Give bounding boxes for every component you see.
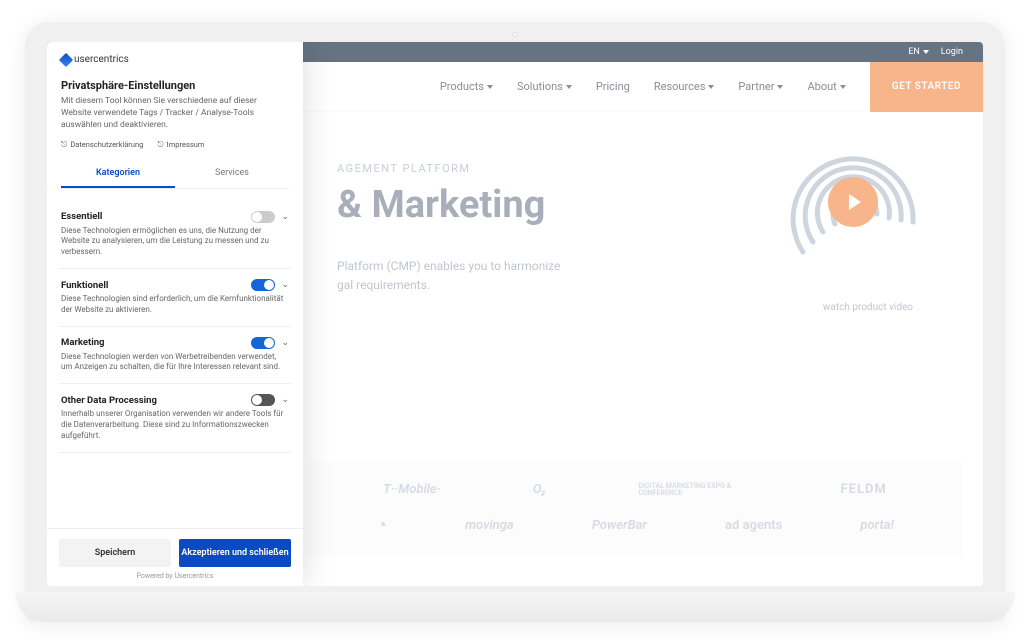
accept-close-button[interactable]: Akzeptieren und schließen bbox=[179, 539, 291, 567]
category-desc: Diese Technologien sind erforderlich, um… bbox=[61, 294, 289, 316]
chevron-down-icon bbox=[840, 85, 846, 89]
nav-about[interactable]: About bbox=[807, 80, 845, 93]
chevron-down-icon bbox=[487, 85, 493, 89]
privacy-policy-link[interactable]: ⎋Datenschutzerklärung bbox=[61, 140, 143, 150]
logos-row-1: T··Mobile· O₂ DIGITAL MARKETING EXPO & C… bbox=[337, 482, 933, 497]
laptop-mockup: EN Login Products Solutions Pricing Reso… bbox=[25, 22, 1005, 622]
privacy-settings-panel: usercentrics Privatsphäre-Einstellungen … bbox=[47, 42, 303, 586]
tab-categories[interactable]: Kategorien bbox=[61, 160, 175, 188]
login-link[interactable]: Login bbox=[941, 47, 963, 57]
nav-resources[interactable]: Resources bbox=[654, 80, 715, 93]
category-title: Essentiell bbox=[61, 211, 102, 222]
chevron-down-icon bbox=[923, 50, 929, 54]
logo-movinga: movinga bbox=[465, 518, 514, 533]
logo-porta: porta! bbox=[860, 518, 893, 533]
imprint-link[interactable]: ⎋Impressum bbox=[157, 140, 204, 150]
logo-mark-icon bbox=[59, 52, 73, 66]
panel-title: Privatsphäre-Einstellungen bbox=[61, 79, 289, 92]
tabs: Kategorien Services bbox=[61, 160, 289, 189]
chevron-down-icon bbox=[777, 85, 783, 89]
hero-subtitle: Platform (CMP) enables you to harmonize … bbox=[337, 257, 717, 295]
category-desc: Innerhalb unserer Organisation verwenden… bbox=[61, 409, 289, 441]
panel-footer: Speichern Akzeptieren und schließen Powe… bbox=[47, 528, 303, 586]
logo-o2: O₂ bbox=[533, 482, 546, 497]
logo-circle: ◔ bbox=[376, 515, 387, 536]
laptop-base bbox=[15, 592, 1015, 622]
chevron-down-icon[interactable]: ⌄ bbox=[281, 395, 289, 405]
category-title: Funktionell bbox=[61, 280, 108, 291]
video-caption: watch product video bbox=[823, 302, 913, 313]
fingerprint-graphic bbox=[773, 122, 933, 282]
chevron-down-icon[interactable]: ⌄ bbox=[281, 280, 289, 290]
category-functional: Funktionell ⌄ Diese Technologien sind er… bbox=[59, 269, 291, 327]
toggle-marketing[interactable] bbox=[251, 337, 275, 349]
category-essential: Essentiell ⌄ Diese Technologien ermöglic… bbox=[59, 201, 291, 269]
panel-description: Mit diesem Tool können Sie verschiedene … bbox=[61, 96, 289, 132]
logo-adagents: ad agents bbox=[725, 518, 782, 533]
category-title: Other Data Processing bbox=[61, 395, 157, 406]
category-desc: Diese Technologien ermöglichen es uns, d… bbox=[61, 226, 289, 258]
categories-list: Essentiell ⌄ Diese Technologien ermöglic… bbox=[47, 197, 303, 528]
nav-products[interactable]: Products bbox=[440, 80, 493, 93]
usercentrics-logo: usercentrics bbox=[61, 54, 289, 65]
logos-row-2: ◔ movinga PowerBar ad agents porta! bbox=[337, 515, 933, 536]
link-icon: ⎋ bbox=[157, 140, 163, 150]
chevron-down-icon bbox=[708, 85, 714, 89]
chevron-down-icon[interactable]: ⌄ bbox=[281, 212, 289, 222]
category-other: Other Data Processing ⌄ Innerhalb unsere… bbox=[59, 384, 291, 452]
powered-by: Powered by Usercentrics bbox=[59, 572, 291, 580]
category-desc: Diese Technologien werden von Werbetreib… bbox=[61, 352, 289, 374]
toggle-essential bbox=[251, 211, 275, 223]
language-selector[interactable]: EN bbox=[908, 47, 929, 57]
nav-pricing[interactable]: Pricing bbox=[596, 80, 630, 93]
panel-links: ⎋Datenschutzerklärung ⎋Impressum bbox=[61, 140, 289, 150]
tab-services[interactable]: Services bbox=[175, 160, 289, 188]
link-icon: ⎋ bbox=[61, 140, 67, 150]
nav-solutions[interactable]: Solutions bbox=[517, 80, 572, 93]
panel-header: usercentrics Privatsphäre-Einstellungen … bbox=[47, 42, 303, 197]
lang-label: EN bbox=[908, 47, 920, 57]
logo-tmobile: T··Mobile· bbox=[383, 482, 440, 497]
logo-dmexco: DIGITAL MARKETING EXPO & CONFERENCE bbox=[638, 483, 748, 497]
category-title: Marketing bbox=[61, 337, 104, 348]
category-marketing: Marketing ⌄ Diese Technologien werden vo… bbox=[59, 327, 291, 385]
play-button[interactable] bbox=[828, 177, 878, 227]
nav-partner[interactable]: Partner bbox=[738, 80, 783, 93]
screen: EN Login Products Solutions Pricing Reso… bbox=[47, 42, 983, 586]
get-started-button[interactable]: GET STARTED bbox=[870, 62, 983, 112]
chevron-down-icon bbox=[566, 85, 572, 89]
camera-dot bbox=[513, 32, 518, 37]
chevron-down-icon[interactable]: ⌄ bbox=[281, 338, 289, 348]
logo-powerbar: PowerBar bbox=[592, 518, 647, 533]
toggle-other[interactable] bbox=[251, 394, 275, 406]
logo-feldm: FELDM bbox=[841, 482, 887, 497]
toggle-functional[interactable] bbox=[251, 279, 275, 291]
save-button[interactable]: Speichern bbox=[59, 539, 171, 567]
customer-logos: T··Mobile· O₂ DIGITAL MARKETING EXPO & C… bbox=[307, 462, 963, 556]
